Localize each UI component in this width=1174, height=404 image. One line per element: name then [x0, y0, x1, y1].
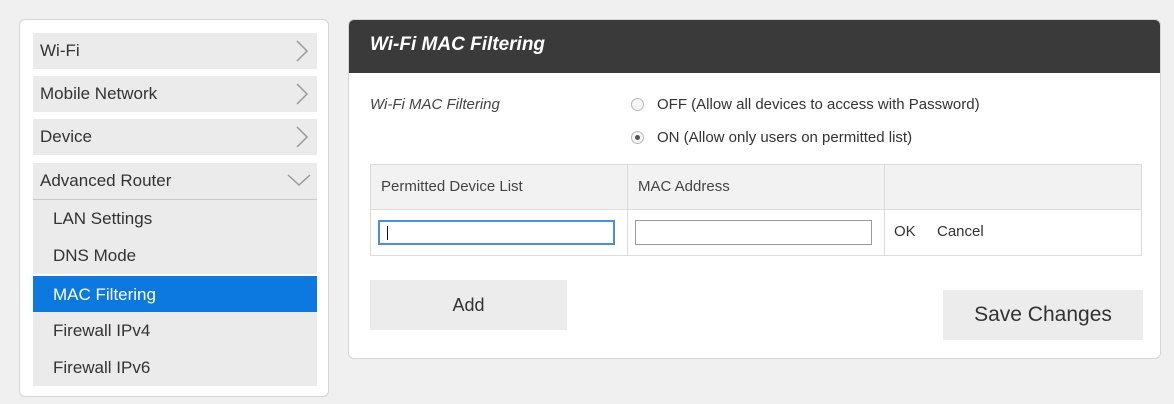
- header-permitted-device-list: Permitted Device List: [381, 178, 523, 195]
- sidebar-item-label: Wi-Fi: [40, 41, 80, 60]
- panel-title: Wi-Fi MAC Filtering: [370, 34, 546, 55]
- sidebar-item-label: Device: [40, 127, 92, 146]
- mac-address-input[interactable]: [635, 220, 872, 245]
- sidebar-item-advanced-router[interactable]: Advanced Router: [33, 163, 317, 199]
- radio-off[interactable]: [631, 98, 644, 111]
- mac-filtering-panel: Wi-Fi MAC Filtering Wi-Fi MAC Filtering …: [348, 19, 1161, 359]
- chevron-right-icon: [295, 83, 309, 105]
- chevron-right-icon: [295, 126, 309, 148]
- radio-on[interactable]: [631, 131, 644, 144]
- header-mac-address: MAC Address: [638, 178, 730, 195]
- cancel-link[interactable]: Cancel: [937, 223, 984, 240]
- sidebar-item-wifi[interactable]: Wi-Fi: [33, 33, 317, 69]
- add-button[interactable]: Add: [370, 280, 567, 330]
- sidebar-subitem-dns-mode[interactable]: DNS Mode: [33, 237, 317, 274]
- column-divider: [884, 165, 885, 255]
- table-header-row: Permitted Device List MAC Address: [371, 165, 1141, 210]
- sidebar-item-device[interactable]: Device: [33, 119, 317, 155]
- sidebar-subitem-mac-filtering[interactable]: MAC Filtering: [33, 276, 317, 313]
- sidebar-subitem-lan-settings[interactable]: LAN Settings: [33, 200, 317, 237]
- sidebar-subitem-firewall-ipv4[interactable]: Firewall IPv4: [33, 312, 317, 349]
- mac-filtering-label: Wi-Fi MAC Filtering: [370, 96, 500, 113]
- device-name-input[interactable]: [378, 220, 615, 245]
- sidebar-subitem-label: Firewall IPv4: [53, 321, 151, 340]
- option-off-label: OFF (Allow all devices to access with Pa…: [657, 96, 980, 113]
- sidebar-subitem-label: Firewall IPv6: [53, 358, 151, 377]
- column-divider: [627, 165, 628, 255]
- option-on-label: ON (Allow only users on permitted list): [657, 129, 913, 146]
- text-caret: [387, 226, 388, 240]
- chevron-right-icon: [295, 40, 309, 62]
- sidebar-subitem-label: DNS Mode: [53, 246, 137, 265]
- sidebar-item-label: Mobile Network: [40, 84, 158, 103]
- panel-header: Wi-Fi MAC Filtering: [349, 20, 1160, 73]
- sidebar-subitem-label: LAN Settings: [53, 209, 153, 228]
- sidebar-subitem-label: MAC Filtering: [53, 285, 156, 304]
- ok-link[interactable]: OK: [894, 223, 916, 240]
- sidebar-item-mobile-network[interactable]: Mobile Network: [33, 76, 317, 112]
- chevron-down-icon: [287, 173, 311, 195]
- sidebar-item-label: Advanced Router: [40, 171, 172, 190]
- permitted-devices-table: Permitted Device List MAC Address OK Can…: [370, 164, 1142, 256]
- save-changes-button[interactable]: Save Changes: [943, 290, 1143, 340]
- settings-sidebar: Wi-Fi Mobile Network Device Advanced Rou…: [19, 19, 329, 397]
- sidebar-subitem-firewall-ipv6[interactable]: Firewall IPv6: [33, 349, 317, 386]
